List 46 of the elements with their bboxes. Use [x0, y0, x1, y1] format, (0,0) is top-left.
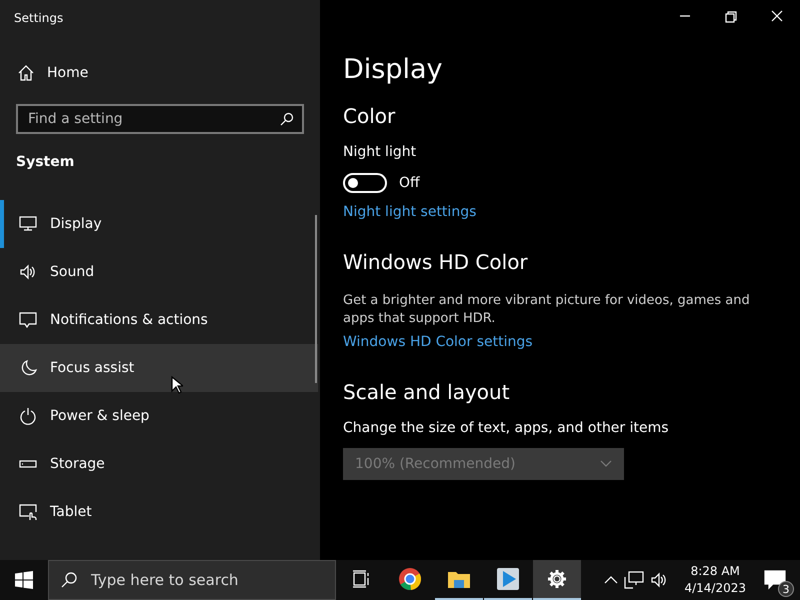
notification-count: 3	[778, 581, 794, 597]
play-icon	[496, 567, 520, 591]
clock[interactable]: 8:28 AM 4/14/2023	[676, 563, 754, 597]
section-heading: Windows HD Color	[343, 250, 529, 276]
home-icon	[17, 64, 35, 82]
taskbar-search-field[interactable]: Type here to search	[48, 560, 336, 600]
page-title: Display	[343, 53, 443, 87]
nav-item[interactable]: Power & sleep	[0, 392, 318, 440]
task-view-icon	[352, 570, 370, 588]
setting-label: Change the size of text, apps, and other items	[343, 420, 670, 438]
scrollbar[interactable]	[315, 215, 317, 383]
windows-logo-icon	[15, 571, 33, 589]
mouse-pointer-icon	[171, 376, 183, 394]
settings-link[interactable]: Windows HD Color settings	[343, 328, 800, 350]
speaker-icon	[19, 263, 37, 281]
settings-link[interactable]: Night light settings	[343, 200, 800, 220]
moon-icon	[19, 359, 37, 377]
window-title: Settings	[13, 10, 64, 27]
taskbar-app-button[interactable]	[533, 560, 581, 600]
toggle-switch[interactable]	[343, 173, 387, 193]
setting-label: Night light	[343, 144, 418, 162]
clock-date: 4/14/2023	[684, 580, 746, 597]
toggle-state: Off	[399, 175, 420, 191]
description-text: Get a brighter and more vibrant picture for videos, games and apps that support HDR.	[343, 292, 751, 328]
tablet-icon	[19, 503, 37, 521]
home-item[interactable]: Home	[0, 52, 320, 94]
power-icon	[19, 407, 37, 425]
network-icon[interactable]	[624, 571, 644, 589]
search-field[interactable]: Find a setting	[16, 104, 304, 134]
section-heading: System	[15, 153, 76, 172]
chrome-icon	[398, 567, 422, 591]
nav-item[interactable]: Tablet	[0, 488, 318, 536]
nav-item[interactable]: Sound	[0, 248, 318, 296]
nav-item[interactable]: Storage	[0, 440, 318, 488]
chevron-up-icon[interactable]	[604, 575, 618, 585]
speech-bubble-icon	[19, 311, 37, 329]
clock-time: 8:28 AM	[690, 563, 740, 580]
section-heading: Color	[343, 104, 396, 130]
nav-item[interactable]: Notifications & actions	[0, 296, 318, 344]
monitor-icon	[19, 215, 37, 233]
search-icon	[60, 571, 78, 589]
gear-icon	[547, 569, 567, 589]
section-heading: Scale and layout	[343, 380, 511, 406]
chevron-down-icon	[600, 460, 612, 468]
search-icon	[280, 112, 294, 126]
nav-item[interactable]: Focus assist	[0, 344, 318, 392]
